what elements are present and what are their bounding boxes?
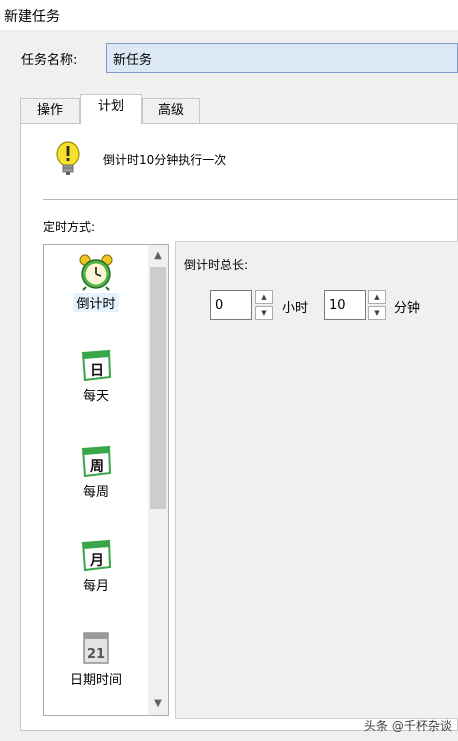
- lightbulb-icon: [56, 141, 80, 175]
- hours-input[interactable]: [210, 290, 252, 320]
- hours-unit-label: 小时: [282, 301, 309, 316]
- mode-list-scrollbar[interactable]: ▲ ▼: [148, 245, 168, 715]
- calendar-date-icon: 21: [83, 632, 109, 664]
- tab-operation[interactable]: 操作: [20, 98, 80, 123]
- watermark: 头条 @千杯杂谈: [364, 719, 452, 733]
- title-bar: 新建任务: [0, 0, 458, 30]
- scroll-up-icon[interactable]: ▲: [148, 247, 168, 265]
- mode-label: 倒计时: [73, 293, 119, 312]
- svg-text:周: 周: [90, 459, 104, 475]
- minutes-increment-button[interactable]: ▲: [368, 290, 386, 304]
- svg-text:日: 日: [90, 363, 104, 379]
- tab-label: 高级: [157, 103, 184, 118]
- mode-item-daily[interactable]: 日 每天: [44, 345, 148, 404]
- countdown-settings-panel: 倒计时总长: ▲ ▼ 小时 ▲ ▼ 分钟: [175, 241, 458, 719]
- minutes-unit-label: 分钟: [394, 301, 421, 316]
- minutes-decrement-button[interactable]: ▼: [368, 306, 386, 320]
- alarm-clock-icon: [79, 254, 113, 291]
- mode-item-monthly[interactable]: 月 每月: [44, 535, 148, 594]
- hours-increment-button[interactable]: ▲: [255, 290, 273, 304]
- minutes-input[interactable]: [324, 290, 366, 320]
- mode-label: 每月: [82, 579, 109, 594]
- calendar-day-icon: 日: [81, 349, 112, 382]
- tab-schedule[interactable]: 计划: [80, 94, 142, 124]
- mode-label: 每周: [82, 485, 109, 500]
- svg-text:21: 21: [87, 647, 105, 662]
- scroll-thumb[interactable]: [150, 267, 166, 509]
- mode-item-weekly[interactable]: 周 每周: [44, 441, 148, 500]
- tab-advanced[interactable]: 高级: [142, 98, 200, 123]
- calendar-month-icon: 月: [81, 539, 112, 572]
- schedule-mode-label: 定时方式:: [43, 220, 96, 234]
- mode-label: 日期时间: [69, 673, 122, 688]
- task-name-input[interactable]: [106, 43, 458, 73]
- schedule-summary: 倒计时10分钟执行一次: [103, 153, 227, 167]
- tab-label: 操作: [36, 103, 63, 118]
- mode-label: 每天: [82, 389, 109, 404]
- divider: [43, 199, 458, 200]
- schedule-mode-list[interactable]: 倒计时 日 每天 周 每周 月 每月 21 日期时间 ▲ ▼: [43, 244, 169, 716]
- schedule-panel: 倒计时10分钟执行一次 定时方式: 倒计时 日 每天 周 每周 月 每月 21 …: [20, 123, 458, 731]
- mode-item-countdown[interactable]: 倒计时: [44, 253, 148, 312]
- window-title: 新建任务: [4, 9, 60, 25]
- mode-item-datetime[interactable]: 21 日期时间: [44, 627, 148, 688]
- scroll-down-icon[interactable]: ▼: [148, 695, 168, 713]
- calendar-week-icon: 周: [81, 445, 112, 478]
- svg-text:月: 月: [89, 553, 104, 569]
- task-name-label: 任务名称:: [21, 53, 78, 68]
- countdown-total-label: 倒计时总长:: [184, 258, 249, 272]
- tab-label: 计划: [97, 99, 124, 114]
- hours-decrement-button[interactable]: ▼: [255, 306, 273, 320]
